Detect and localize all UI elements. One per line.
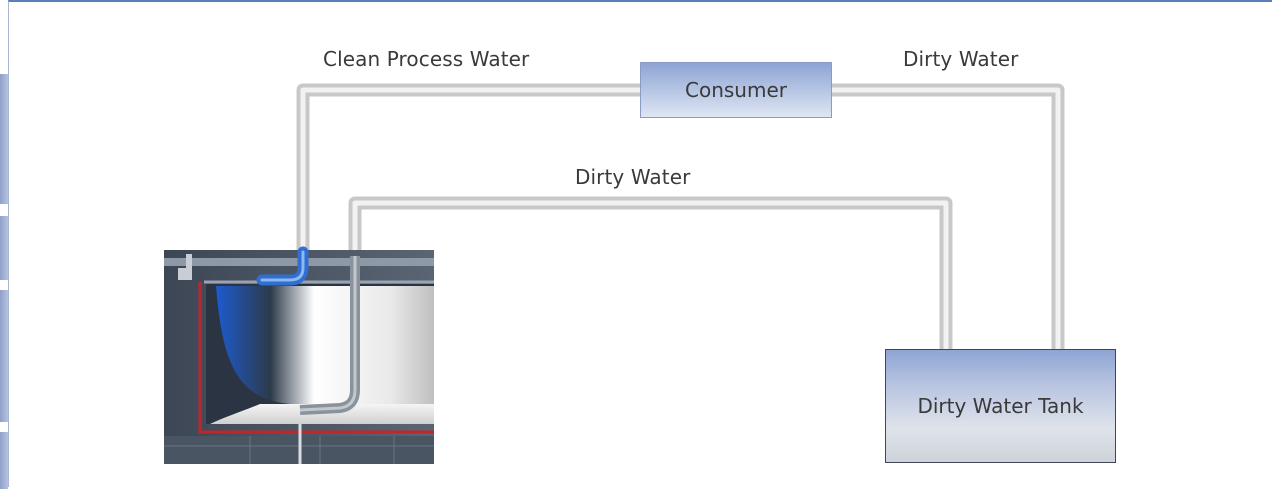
dirty-water-tank-node: Dirty Water Tank — [885, 349, 1116, 463]
consumer-node: Consumer — [640, 62, 832, 118]
dirty-water-label-middle: Dirty Water — [575, 165, 691, 189]
dirty-water-label-top: Dirty Water — [903, 47, 1019, 71]
consumer-label: Consumer — [685, 78, 787, 102]
dirty-water-tank-label: Dirty Water Tank — [917, 394, 1084, 418]
dirty-water-pipe-middle — [348, 196, 953, 350]
washing-machine-cutaway — [164, 246, 434, 464]
clean-process-water-label: Clean Process Water — [323, 47, 530, 71]
